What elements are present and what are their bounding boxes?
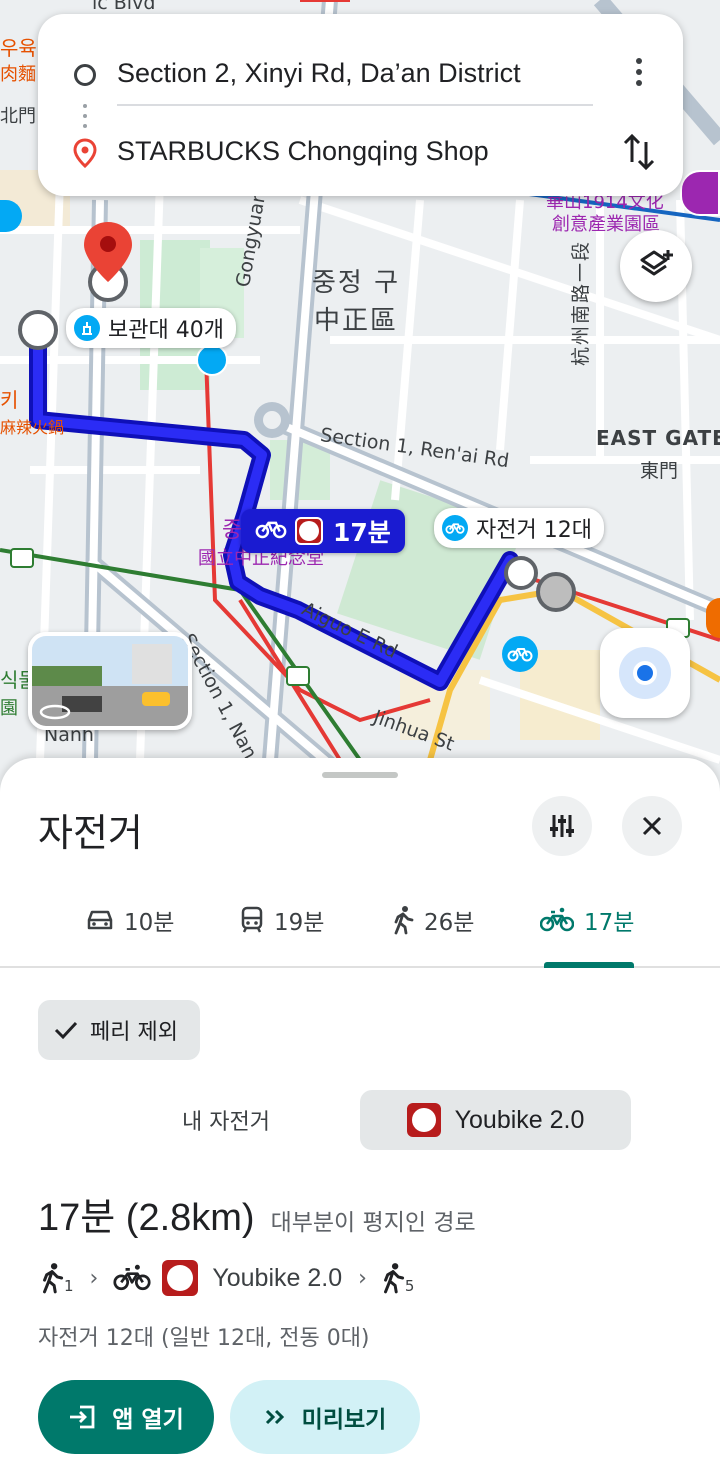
my-bike-option[interactable]: 내 자전거 [92,1090,360,1150]
sheet-title: 자전거 [38,811,143,855]
preview-button[interactable]: 미리보기 [230,1380,420,1454]
youbike-option[interactable]: Youbike 2.0 [360,1090,631,1150]
travel-mode-tabs: 10분 19분 26분 17분 [0,878,720,968]
tab-cycling-label: 17분 [584,910,635,936]
chevron-right-icon: › [358,1265,367,1291]
bike-station-icon[interactable] [502,636,538,672]
origin-circle-icon [74,64,96,86]
route-duration-distance: 17분 (2.8km) [38,1197,255,1239]
close-button[interactable] [622,796,682,856]
bike-parking-icon[interactable] [196,344,228,376]
district-label-zh: 中正區 [314,306,399,336]
tab-transit[interactable]: 19분 [240,900,324,940]
poi-label-left-1: 우육 [0,36,37,60]
route-duration-chip[interactable]: 17분 [241,509,405,553]
road-label-hangzhou: 杭州南路一段 [570,239,592,366]
poi-label-left-4: 키 [0,388,19,412]
bike-icon [255,518,287,544]
my-bike-label: 내 자전거 [182,1110,270,1135]
bike-icon [540,907,574,932]
road-label-top: ic Blvd [92,0,156,14]
east-gate-label-en: EAST GATE [596,426,720,450]
destination-pin-icon[interactable] [82,220,134,308]
avoid-ferries-label: 페리 제외 [90,1020,178,1045]
open-in-app-icon [70,1405,95,1429]
tab-walking-label: 26분 [424,910,475,936]
chevron-right-icon: › [89,1265,99,1291]
tab-driving[interactable]: 10분 [86,900,174,940]
directions-card: Section 2, Xinyi Rd, Da’an District STAR… [38,14,683,196]
district-label-ko: 중정 구 [312,268,401,298]
field-divider [117,104,593,106]
youbike-logo-icon [295,517,323,545]
double-chevron-icon [265,1409,284,1425]
more-options-icon[interactable] [627,54,651,94]
bike-service-name: Youbike 2.0 [212,1263,343,1292]
layers-icon [640,250,673,276]
map-view[interactable]: 중정 구 中正區 Section 1, Ren'ai Rd Aiguo E Rd… [0,0,720,800]
route-duration-text: 17분 [333,518,391,547]
poi-label-left-2: 肉麵 [0,64,36,85]
poi-label-left-7: 園 [0,698,18,719]
swap-icon[interactable] [623,132,655,176]
tune-icon [550,815,574,837]
bike-parking-icon [74,315,100,341]
route-start-marker[interactable] [18,310,58,350]
youbike-logo-icon [406,1103,441,1137]
transit-icon [241,906,263,933]
east-gate-label-zh: 東門 [640,460,679,482]
poi-label-left-5: 麻辣火鍋 [0,418,65,437]
sheet-drag-handle[interactable] [322,772,398,778]
youbike-label: Youbike 2.0 [454,1105,585,1134]
destination-field[interactable]: STARBUCKS Chongqing Shop [117,136,489,167]
open-app-button[interactable]: 앱 열기 [38,1380,214,1454]
tab-transit-label: 19분 [274,910,325,936]
bike-icon [442,515,468,541]
bike-station-count: 자전거 12대 [476,518,592,543]
metro-station-icon[interactable] [10,548,34,568]
bike-availability: 자전거 12대 (일반 12대, 전동 0대) [38,1326,370,1351]
close-icon [642,816,662,836]
location-dot-icon [633,661,657,685]
route-summary[interactable]: 17분 (2.8km) 대부분이 평지인 경로 [38,1186,476,1241]
walk-icon [383,1263,405,1294]
check-icon [54,1021,78,1040]
walk-start-minutes: 1 [64,1277,74,1295]
layers-button[interactable] [620,230,692,302]
bike-station-bubble[interactable]: 자전거 12대 [434,508,604,548]
museum-poi-icon[interactable] [680,170,720,216]
active-tab-indicator [544,962,634,968]
bike-dock-marker[interactable] [504,556,538,590]
tab-walking[interactable]: 26분 [392,900,474,940]
route-end-marker[interactable] [536,572,576,612]
directions-sheet: 자전거 10분 19분 26분 17분 페리 제외 내 자전거 Youbike … [0,758,720,1466]
my-location-button[interactable] [600,628,690,718]
tab-driving-label: 10분 [124,910,175,936]
walk-end-minutes: 5 [404,1277,415,1295]
destination-pin-icon [73,138,97,172]
avoid-ferries-chip[interactable]: 페리 제외 [38,1000,200,1060]
route-options-button[interactable] [532,796,592,856]
walk-icon [43,1263,64,1294]
tab-cycling[interactable]: 17분 [540,900,634,940]
walk-icon [394,906,414,935]
origin-field[interactable]: Section 2, Xinyi Rd, Da’an District [117,58,521,89]
bike-parking-count: 보관대 40개 [108,318,224,343]
car-icon [87,910,113,930]
youbike-logo-icon [162,1260,199,1296]
poi-memorial-ko: 중 [222,518,243,543]
open-app-label: 앱 열기 [112,1407,184,1433]
poi-label-left-3: 北門 [0,106,36,127]
metro-station-icon[interactable] [286,666,310,686]
route-steps: 1 › Youbike 2.0 › 5 [40,1258,414,1298]
route-dots-icon [83,104,87,132]
poi-marker-edge [706,598,720,638]
bike-parking-bubble[interactable]: 보관대 40개 [66,308,236,348]
bike-icon [113,1264,151,1291]
route-terrain-note: 대부분이 평지인 경로 [270,1210,476,1236]
preview-label: 미리보기 [301,1407,387,1433]
panorama-icon [38,702,72,722]
street-view-thumbnail[interactable] [28,632,192,730]
